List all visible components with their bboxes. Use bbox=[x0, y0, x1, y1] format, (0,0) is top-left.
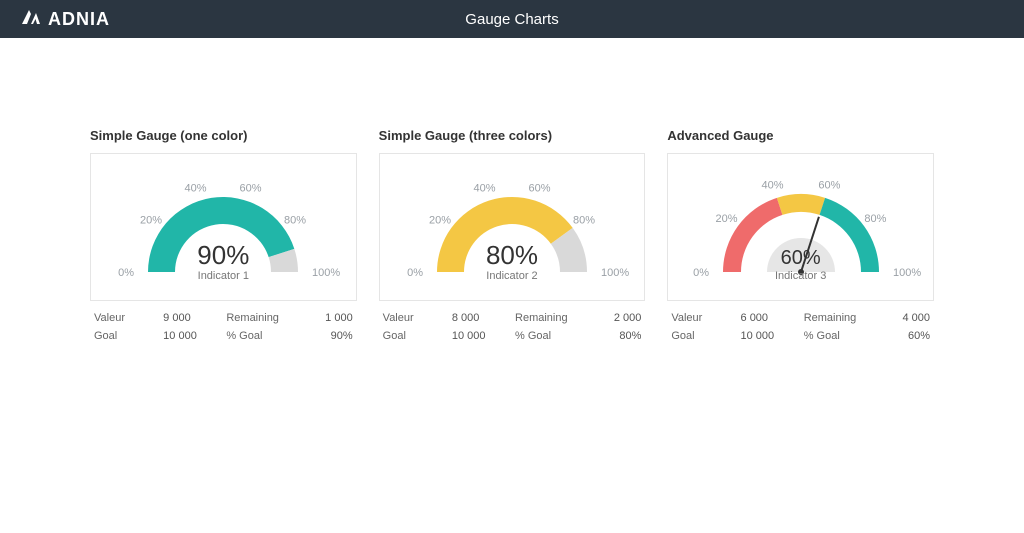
brand-text: ADNIA bbox=[48, 9, 110, 30]
gauge-chart-advanced: 0% 20% 40% 60% 80% 100% 60% Indicator 3 bbox=[667, 153, 934, 301]
gauge-card-1: Simple Gauge (one color) 0% 20% 40% 60% 80% 1… bbox=[90, 128, 357, 345]
gauge-indicator: Indicator 1 bbox=[197, 270, 249, 282]
brand-mark-icon bbox=[20, 8, 42, 31]
label-pctgoal: % Goal bbox=[226, 330, 289, 342]
svg-text:100%: 100% bbox=[893, 267, 921, 279]
svg-text:60%: 60% bbox=[818, 180, 840, 192]
svg-text:80%: 80% bbox=[284, 215, 306, 227]
svg-text:20%: 20% bbox=[715, 213, 737, 225]
gauge-card-3: Advanced Gauge 0% 20% 40% 60% 80% 100% 60% In… bbox=[667, 128, 934, 345]
svg-text:0%: 0% bbox=[407, 267, 423, 279]
svg-text:20%: 20% bbox=[429, 215, 451, 227]
label-goal: Goal bbox=[94, 330, 157, 342]
label-valeur: Valeur bbox=[671, 312, 734, 324]
svg-text:100%: 100% bbox=[601, 267, 629, 279]
gauge-stats: Valeur 8 000 Remaining 2 000 Goal 10 000… bbox=[379, 309, 646, 345]
svg-text:0%: 0% bbox=[118, 267, 134, 279]
value-goal: 10 000 bbox=[446, 330, 515, 342]
gauge-title: Simple Gauge (one color) bbox=[90, 128, 357, 143]
value-remaining: 1 000 bbox=[290, 312, 353, 324]
gauge-title: Simple Gauge (three colors) bbox=[379, 128, 646, 143]
label-pctgoal: % Goal bbox=[515, 330, 578, 342]
svg-text:100%: 100% bbox=[312, 267, 340, 279]
header-bar: ADNIA Gauge Charts bbox=[0, 0, 1024, 38]
value-valeur: 8 000 bbox=[446, 312, 515, 324]
gauge-center: 60% Indicator 3 bbox=[775, 248, 826, 282]
page-title: Gauge Charts bbox=[465, 11, 558, 28]
gauge-stats: Valeur 6 000 Remaining 4 000 Goal 10 000… bbox=[667, 309, 934, 345]
value-goal: 10 000 bbox=[735, 330, 804, 342]
gauge-value: 90% bbox=[197, 242, 249, 268]
gauge-indicator: Indicator 2 bbox=[486, 270, 538, 282]
svg-text:60%: 60% bbox=[528, 182, 550, 194]
label-remaining: Remaining bbox=[515, 312, 578, 324]
svg-text:80%: 80% bbox=[573, 215, 595, 227]
gauge-indicator: Indicator 3 bbox=[775, 270, 826, 282]
svg-text:80%: 80% bbox=[864, 213, 886, 225]
gauge-center: 90% Indicator 1 bbox=[197, 242, 249, 282]
svg-text:0%: 0% bbox=[693, 267, 709, 279]
label-pctgoal: % Goal bbox=[804, 330, 867, 342]
content-area: Simple Gauge (one color) 0% 20% 40% 60% 80% 1… bbox=[0, 38, 1024, 345]
value-remaining: 2 000 bbox=[578, 312, 641, 324]
stats-row: Valeur 9 000 Remaining 1 000 bbox=[90, 309, 357, 327]
label-remaining: Remaining bbox=[804, 312, 867, 324]
svg-text:40%: 40% bbox=[473, 182, 495, 194]
svg-text:40%: 40% bbox=[185, 182, 207, 194]
value-valeur: 6 000 bbox=[735, 312, 804, 324]
stats-row: Goal 10 000 % Goal 90% bbox=[90, 327, 357, 345]
gauge-stats: Valeur 9 000 Remaining 1 000 Goal 10 000… bbox=[90, 309, 357, 345]
svg-text:40%: 40% bbox=[761, 180, 783, 192]
stats-row: Valeur 8 000 Remaining 2 000 bbox=[379, 309, 646, 327]
gauge-center: 80% Indicator 2 bbox=[486, 242, 538, 282]
stats-row: Valeur 6 000 Remaining 4 000 bbox=[667, 309, 934, 327]
gauge-card-2: Simple Gauge (three colors) 0% 20% 40% 60% 8… bbox=[379, 128, 646, 345]
gauge-chart-three: 0% 20% 40% 60% 80% 100% 80% Indicator 2 bbox=[379, 153, 646, 301]
label-goal: Goal bbox=[383, 330, 446, 342]
brand-logo: ADNIA bbox=[20, 8, 110, 31]
gauge-title: Advanced Gauge bbox=[667, 128, 934, 143]
gauge-value: 60% bbox=[775, 248, 826, 268]
label-valeur: Valeur bbox=[94, 312, 157, 324]
label-remaining: Remaining bbox=[226, 312, 289, 324]
label-goal: Goal bbox=[671, 330, 734, 342]
value-goal: 10 000 bbox=[157, 330, 226, 342]
svg-text:20%: 20% bbox=[140, 215, 162, 227]
svg-text:60%: 60% bbox=[240, 182, 262, 194]
value-pctgoal: 80% bbox=[578, 330, 641, 342]
value-remaining: 4 000 bbox=[867, 312, 930, 324]
gauge-chart-simple: 0% 20% 40% 60% 80% 100% 90% Indicator 1 bbox=[90, 153, 357, 301]
stats-row: Goal 10 000 % Goal 80% bbox=[379, 327, 646, 345]
stats-row: Goal 10 000 % Goal 60% bbox=[667, 327, 934, 345]
gauge-value: 80% bbox=[486, 242, 538, 268]
value-pctgoal: 90% bbox=[290, 330, 353, 342]
value-pctgoal: 60% bbox=[867, 330, 930, 342]
value-valeur: 9 000 bbox=[157, 312, 226, 324]
label-valeur: Valeur bbox=[383, 312, 446, 324]
